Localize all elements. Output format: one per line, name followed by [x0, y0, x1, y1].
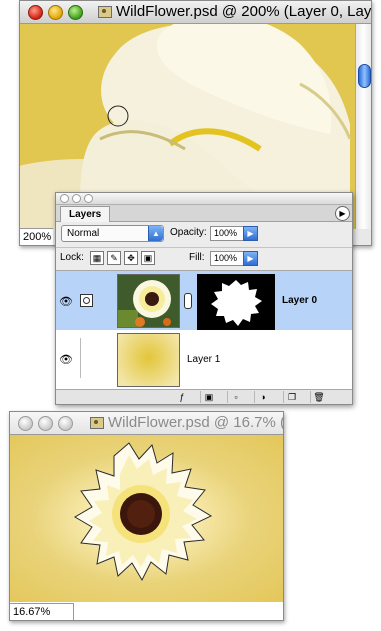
close-button[interactable]	[28, 5, 43, 20]
document-canvas[interactable]	[10, 435, 283, 602]
window-title: WildFlower.psd @ 200% (Layer 0, Layer	[116, 3, 372, 20]
close-button[interactable]	[18, 416, 33, 431]
zoom-button[interactable]	[68, 5, 83, 20]
document-proxy-icon[interactable]	[98, 6, 112, 18]
layer-style-icon[interactable]: ƒ	[174, 391, 190, 403]
chevron-down-icon: ▲	[148, 226, 163, 241]
chain-link-icon[interactable]	[184, 293, 192, 309]
zoom-status[interactable]: 200%	[20, 228, 53, 245]
link-slot[interactable]	[80, 338, 93, 378]
layer-name[interactable]: Layer 1	[187, 354, 220, 365]
lock-row: Lock: ▦ ✎ ✥ ▣ Fill: 100% ▶	[56, 247, 352, 268]
layer-mask-thumbnail[interactable]	[197, 274, 275, 330]
blend-row: Normal ▲ Opacity: 100% ▶	[56, 223, 352, 243]
palette-title-bar[interactable]	[56, 193, 352, 205]
document-proxy-icon[interactable]	[90, 417, 104, 429]
palette-bottom-bar: ƒ ▣ ▫ ◑ ❐ 🗑	[56, 389, 352, 404]
opacity-field[interactable]: 100%	[210, 226, 245, 241]
window-title: WildFlower.psd @ 16.7% (l	[108, 414, 284, 431]
palette-menu-icon[interactable]: ▶	[335, 206, 350, 221]
layer-thumbnail[interactable]	[117, 274, 180, 328]
lock-transparency-icon[interactable]: ▦	[90, 251, 104, 265]
fill-slider-button[interactable]: ▶	[243, 251, 258, 266]
scroll-thumb[interactable]	[358, 64, 371, 88]
fill-label: Fill:	[189, 252, 205, 263]
lock-label: Lock:	[60, 252, 84, 263]
layers-palette: Layers ▶ Normal ▲ Opacity: 100% ▶ Lock: …	[55, 192, 353, 405]
flower-image	[74, 442, 213, 582]
mask-shape-image	[199, 276, 273, 328]
opacity-slider-button[interactable]: ▶	[243, 226, 258, 241]
fill-field[interactable]: 100%	[210, 251, 245, 266]
zoom-button[interactable]	[58, 416, 73, 431]
document-window-second: WildFlower.psd @ 16.7% (l 16.67%	[9, 411, 284, 621]
palette-minimize-button[interactable]	[72, 194, 81, 203]
vertical-scrollbar[interactable]	[355, 24, 371, 229]
layer-name[interactable]: Layer 0	[282, 295, 317, 306]
tab-layers[interactable]: Layers	[60, 206, 111, 222]
title-bar[interactable]: WildFlower.psd @ 16.7% (l	[10, 412, 283, 435]
palette-tab-row: Layers ▶	[56, 205, 352, 222]
mask-icon[interactable]: ▣	[200, 391, 217, 403]
blend-mode-select[interactable]: Normal ▲	[61, 225, 164, 242]
palette-zoom-button[interactable]	[84, 194, 93, 203]
new-layer-icon[interactable]: ❐	[283, 391, 300, 403]
layer-row-1[interactable]: 👁 Layer 1	[56, 330, 352, 397]
layers-list: 👁 Layer 0 👁 Layer 1	[56, 270, 352, 397]
minimize-button[interactable]	[48, 5, 63, 20]
visibility-eye-icon[interactable]: 👁	[58, 295, 74, 308]
adjustment-icon[interactable]: ◑	[254, 391, 271, 403]
layer-thumbnail[interactable]	[117, 333, 180, 387]
layer-row-0[interactable]: 👁 Layer 0	[56, 271, 352, 338]
blend-mode-value: Normal	[67, 228, 100, 239]
mask-link-badge-icon	[80, 294, 93, 307]
visibility-eye-icon[interactable]: 👁	[58, 353, 74, 366]
palette-close-button[interactable]	[60, 194, 69, 203]
flower-thumbnail-image	[118, 275, 179, 327]
opacity-label: Opacity:	[170, 227, 207, 238]
minimize-button[interactable]	[38, 416, 53, 431]
trash-icon[interactable]: 🗑	[310, 391, 327, 403]
lock-all-icon[interactable]: ▣	[141, 251, 155, 265]
title-bar[interactable]: WildFlower.psd @ 200% (Layer 0, Layer	[20, 1, 371, 24]
lock-pixels-icon[interactable]: ✎	[107, 251, 121, 265]
lock-position-icon[interactable]: ✥	[124, 251, 138, 265]
folder-icon[interactable]: ▫	[227, 391, 244, 403]
zoom-status[interactable]: 16.67%	[10, 603, 74, 620]
